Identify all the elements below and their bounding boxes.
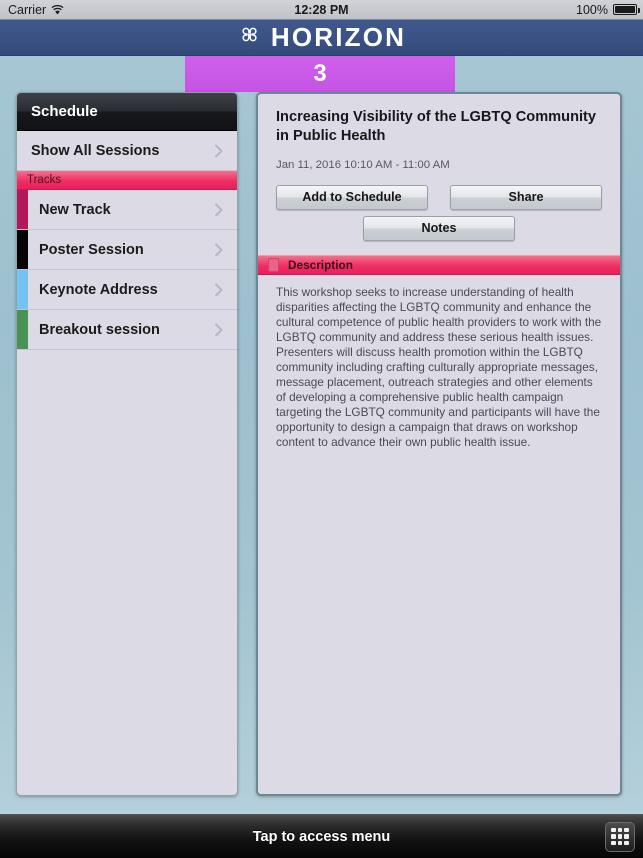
status-bar-left: Carrier bbox=[8, 3, 64, 17]
track-color-bar bbox=[17, 270, 28, 309]
sidebar-item-track-keynote-address[interactable]: Keynote Address bbox=[17, 270, 237, 310]
description-text: This workshop seeks to increase understa… bbox=[276, 284, 602, 450]
document-icon bbox=[268, 257, 279, 272]
sidebar-item-track-new-track[interactable]: New Track bbox=[17, 190, 237, 230]
chevron-right-icon bbox=[215, 323, 223, 336]
status-bar: Carrier 12:28 PM 100% bbox=[0, 0, 643, 20]
battery-percent-label: 100% bbox=[576, 2, 608, 17]
chevron-right-icon bbox=[215, 144, 223, 157]
clover-command-icon bbox=[237, 25, 262, 50]
add-to-schedule-button[interactable]: Add to Schedule bbox=[276, 184, 428, 210]
wifi-icon bbox=[51, 4, 64, 15]
sidebar-item-label: Keynote Address bbox=[39, 281, 158, 298]
sidebar-list: Show All Sessions Tracks New Track Poste… bbox=[17, 131, 237, 350]
battery-full-icon bbox=[613, 4, 640, 15]
conference-day-banner: 3 bbox=[185, 56, 455, 92]
bottom-menu-bar[interactable]: Tap to access menu bbox=[0, 814, 643, 858]
grid-menu-icon[interactable] bbox=[605, 821, 635, 852]
sidebar-item-show-all-sessions[interactable]: Show All Sessions bbox=[17, 131, 237, 171]
sidebar-group-label: Tracks bbox=[27, 174, 62, 186]
bottom-bar-label: Tap to access menu bbox=[252, 828, 391, 845]
chevron-right-icon bbox=[215, 283, 223, 296]
track-color-bar bbox=[17, 190, 28, 229]
sidebar-item-label: New Track bbox=[39, 201, 111, 218]
sidebar-item-track-breakout-session[interactable]: Breakout session bbox=[17, 310, 237, 350]
app-header: HORIZON bbox=[0, 20, 643, 56]
session-title: Increasing Visibility of the LGBTQ Commu… bbox=[276, 109, 597, 145]
status-bar-time: 12:28 PM bbox=[294, 2, 349, 17]
description-section-label: Description bbox=[288, 257, 353, 272]
share-button[interactable]: Share bbox=[450, 184, 602, 210]
schedule-sidebar: Schedule Show All Sessions Tracks New Tr… bbox=[16, 92, 238, 796]
banner-number: 3 bbox=[313, 60, 327, 87]
sidebar-header: Schedule bbox=[17, 93, 237, 131]
status-bar-right: 100% bbox=[576, 2, 640, 17]
notes-button[interactable]: Notes bbox=[363, 215, 515, 241]
carrier-label: Carrier bbox=[8, 2, 47, 17]
chevron-right-icon bbox=[215, 243, 223, 256]
sidebar-item-label: Poster Session bbox=[39, 241, 144, 258]
sidebar-title: Schedule bbox=[31, 103, 98, 120]
session-action-row: Add to Schedule Share bbox=[258, 171, 620, 210]
sidebar-item-label: Show All Sessions bbox=[31, 142, 160, 159]
track-color-bar bbox=[17, 230, 28, 269]
description-section-header: Description bbox=[258, 254, 620, 275]
track-color-bar bbox=[17, 310, 28, 349]
chevron-right-icon bbox=[215, 203, 223, 216]
session-detail-panel: Increasing Visibility of the LGBTQ Commu… bbox=[256, 92, 622, 796]
sidebar-item-label: Breakout session bbox=[39, 321, 160, 338]
sidebar-group-header-tracks: Tracks bbox=[17, 171, 237, 190]
app-title: HORIZON bbox=[270, 22, 407, 52]
session-datetime: Jan 11, 2016 10:10 AM - 11:00 AM bbox=[276, 158, 450, 171]
sidebar-item-track-poster-session[interactable]: Poster Session bbox=[17, 230, 237, 270]
